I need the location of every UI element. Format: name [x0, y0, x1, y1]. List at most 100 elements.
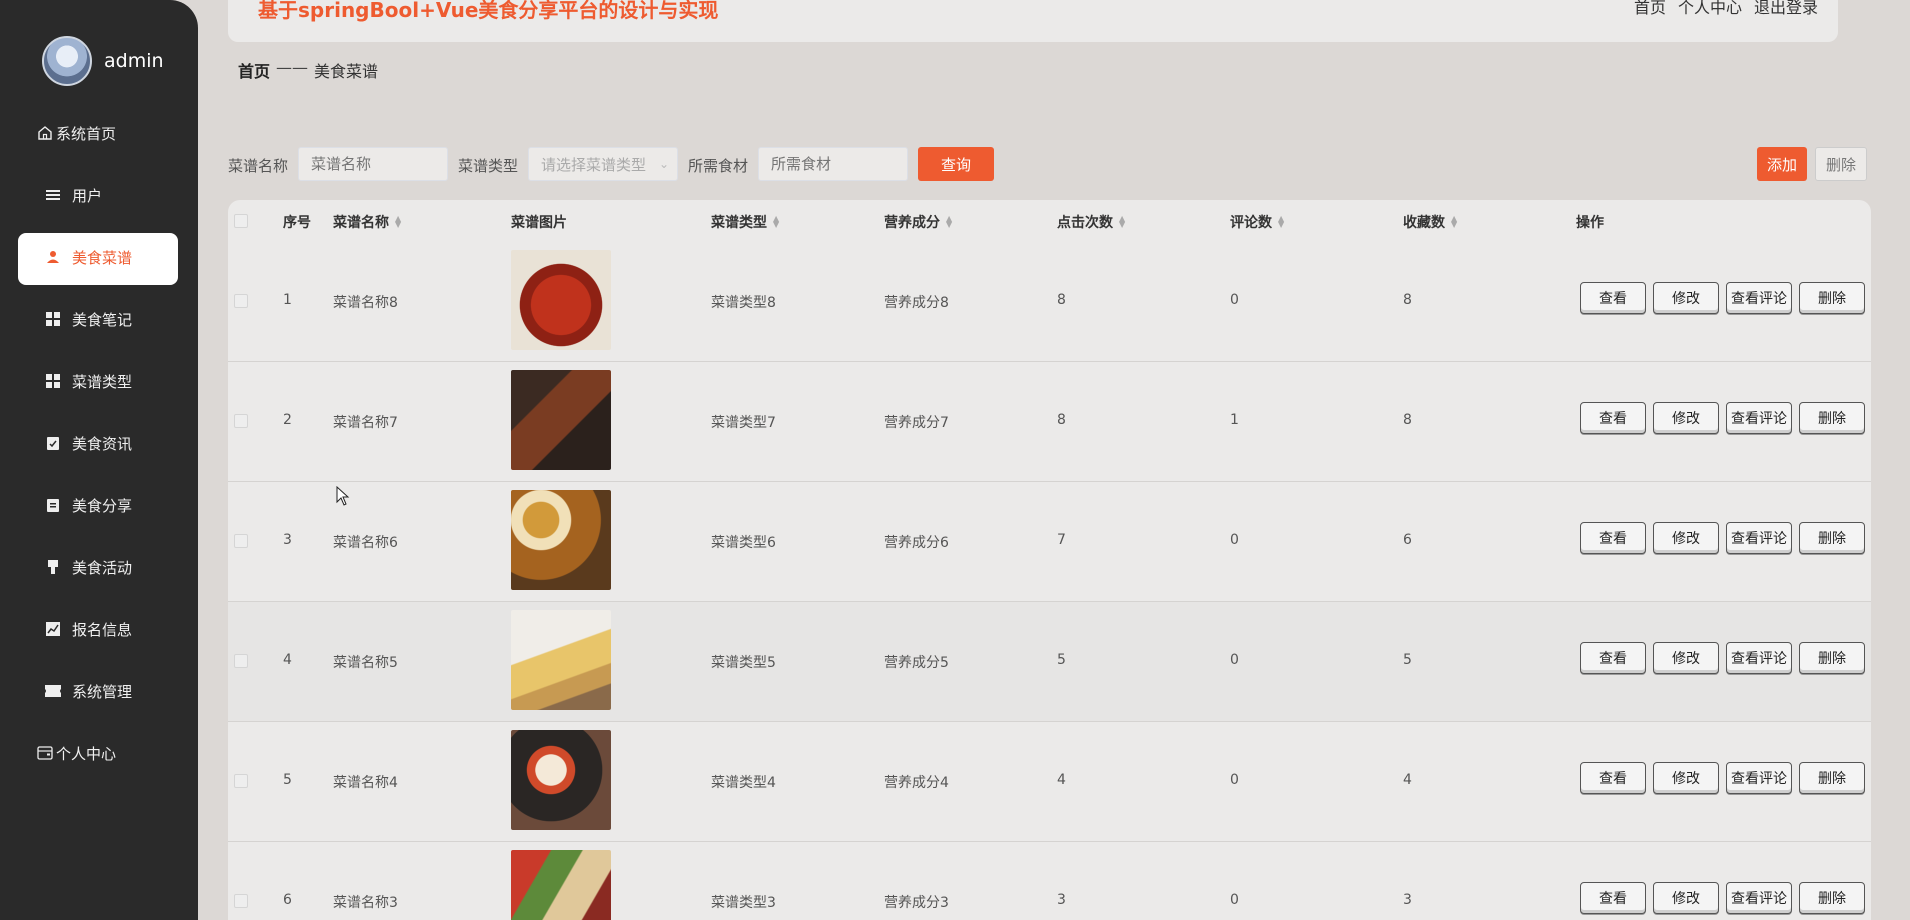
sidebar-item-label: 美食活动	[72, 558, 133, 577]
wallet-icon	[36, 744, 54, 762]
pin-icon	[44, 558, 62, 576]
sort-icon[interactable]: ▲ ▼	[395, 215, 401, 229]
view-button[interactable]: 查看	[1580, 522, 1646, 554]
header-image: 菜谱图片	[511, 212, 567, 232]
site-title: 基于springBool+Vue美食分享平台的设计与实现	[258, 0, 719, 22]
view-comments-button[interactable]: 查看评论	[1726, 282, 1792, 314]
row-number: 6	[283, 892, 292, 908]
recipe-name-cell: 菜谱名称5	[333, 655, 398, 671]
delete-button[interactable]: 删除	[1799, 522, 1865, 554]
row-number: 5	[283, 772, 292, 788]
sidebar-item-recipes[interactable]: 美食菜谱	[0, 226, 198, 288]
view-button[interactable]: 查看	[1580, 282, 1646, 314]
header-nutrition[interactable]: 营养成分 ▲ ▼	[884, 212, 952, 232]
header-type[interactable]: 菜谱类型 ▲ ▼	[711, 212, 779, 232]
clicks-cell: 4	[1057, 772, 1066, 788]
delete-button[interactable]: 删除	[1799, 402, 1865, 434]
view-comments-button[interactable]: 查看评论	[1726, 522, 1792, 554]
row-checkbox[interactable]	[234, 654, 248, 668]
sidebar-item-user[interactable]: 用户	[0, 164, 198, 226]
query-button[interactable]: 查询	[918, 147, 994, 181]
header-label: 评论数	[1230, 215, 1272, 231]
favorites-cell: 3	[1403, 892, 1412, 908]
sidebar-item-news[interactable]: 美食资讯	[0, 412, 198, 474]
row-checkbox[interactable]	[234, 534, 248, 548]
view-button[interactable]: 查看	[1580, 402, 1646, 434]
user-profile[interactable]: admin	[42, 36, 164, 86]
delete-button[interactable]: 删除	[1799, 282, 1865, 314]
recipe-image	[511, 490, 611, 590]
row-number: 4	[283, 652, 292, 668]
sort-icon[interactable]: ▲ ▼	[1278, 215, 1284, 229]
clicks-cell: 7	[1057, 532, 1066, 548]
top-header: 基于springBool+Vue美食分享平台的设计与实现 首页 个人中心 退出登…	[228, 0, 1838, 42]
username: admin	[104, 50, 164, 72]
breadcrumb: 首页 —— 美食菜谱	[238, 58, 378, 82]
header-name[interactable]: 菜谱名称 ▲ ▼	[333, 212, 401, 232]
header-label: 序号	[283, 215, 311, 231]
row-checkbox[interactable]	[234, 774, 248, 788]
recipe-name-input[interactable]	[298, 147, 448, 181]
edit-button[interactable]: 修改	[1653, 762, 1719, 794]
chart-icon	[44, 620, 62, 638]
sidebar-item-notes[interactable]: 美食笔记	[0, 288, 198, 350]
sort-icon[interactable]: ▲ ▼	[773, 215, 779, 229]
recipe-type-cell: 菜谱类型6	[711, 535, 776, 551]
header-favorites[interactable]: 收藏数 ▲ ▼	[1403, 212, 1457, 232]
header-clicks[interactable]: 点击次数 ▲ ▼	[1057, 212, 1125, 232]
edit-button[interactable]: 修改	[1653, 882, 1719, 914]
view-button[interactable]: 查看	[1580, 642, 1646, 674]
delete-button[interactable]: 删除	[1799, 642, 1865, 674]
view-comments-button[interactable]: 查看评论	[1726, 642, 1792, 674]
delete-button[interactable]: 删除	[1799, 882, 1865, 914]
recipe-name-cell: 菜谱名称4	[333, 775, 398, 791]
recipe-type-select[interactable]: 请选择菜谱类型 ⌄	[528, 147, 678, 181]
clipboard-icon	[44, 496, 62, 514]
batch-delete-button[interactable]: 删除	[1815, 147, 1867, 181]
top-link-profile[interactable]: 个人中心	[1678, 0, 1742, 18]
sidebar-item-events[interactable]: 美食活动	[0, 536, 198, 598]
ingredient-input[interactable]	[758, 147, 908, 181]
table-row: 6 菜谱名称3 菜谱类型3 营养成分3 3 0 3 查看 修改 查看评论 删除	[228, 842, 1871, 920]
top-link-home[interactable]: 首页	[1634, 0, 1666, 18]
recipe-image	[511, 250, 611, 350]
sidebar-item-label: 美食笔记	[72, 310, 133, 329]
table-header: 序号 菜谱名称 ▲ ▼ 菜谱图片 菜谱类型 ▲ ▼ 营养成分 ▲ ▼ 点击次数 ▲ ▼ 评论数 ▲…	[228, 200, 1871, 242]
edit-button[interactable]: 修改	[1653, 522, 1719, 554]
sort-icon[interactable]: ▲ ▼	[1451, 215, 1457, 229]
sidebar: admin 系统首页 用户 美食菜谱 美食笔记 菜谱类型 美食资讯 美食分享 美…	[0, 0, 198, 920]
row-checkbox[interactable]	[234, 414, 248, 428]
row-checkbox[interactable]	[234, 294, 248, 308]
recipe-type-cell: 菜谱类型7	[711, 415, 776, 431]
header-label: 点击次数	[1057, 215, 1113, 231]
sidebar-item-profile[interactable]: 个人中心	[0, 722, 198, 784]
recipe-name-cell: 菜谱名称3	[333, 895, 398, 911]
sidebar-item-recipe-types[interactable]: 菜谱类型	[0, 350, 198, 412]
sidebar-item-label: 系统首页	[56, 124, 117, 143]
delete-button[interactable]: 删除	[1799, 762, 1865, 794]
sort-icon[interactable]: ▲ ▼	[1119, 215, 1125, 229]
edit-button[interactable]: 修改	[1653, 642, 1719, 674]
view-button[interactable]: 查看	[1580, 762, 1646, 794]
row-checkbox[interactable]	[234, 894, 248, 908]
header-comments[interactable]: 评论数 ▲ ▼	[1230, 212, 1284, 232]
view-comments-button[interactable]: 查看评论	[1726, 402, 1792, 434]
breadcrumb-separator: ——	[276, 58, 309, 77]
add-button[interactable]: 添加	[1757, 147, 1807, 181]
edit-button[interactable]: 修改	[1653, 402, 1719, 434]
sidebar-item-share[interactable]: 美食分享	[0, 474, 198, 536]
sort-icon[interactable]: ▲ ▼	[946, 215, 952, 229]
recipe-image	[511, 370, 611, 470]
top-link-logout[interactable]: 退出登录	[1754, 0, 1818, 18]
view-comments-button[interactable]: 查看评论	[1726, 762, 1792, 794]
view-comments-button[interactable]: 查看评论	[1726, 882, 1792, 914]
breadcrumb-home[interactable]: 首页	[238, 58, 270, 82]
sidebar-item-signups[interactable]: 报名信息	[0, 598, 198, 660]
select-all-checkbox[interactable]	[234, 214, 248, 228]
sidebar-item-home[interactable]: 系统首页	[0, 102, 198, 164]
nutrition-cell: 营养成分6	[884, 535, 949, 551]
sidebar-item-system[interactable]: 系统管理	[0, 660, 198, 722]
edit-button[interactable]: 修改	[1653, 282, 1719, 314]
view-button[interactable]: 查看	[1580, 882, 1646, 914]
avatar[interactable]	[42, 36, 92, 86]
